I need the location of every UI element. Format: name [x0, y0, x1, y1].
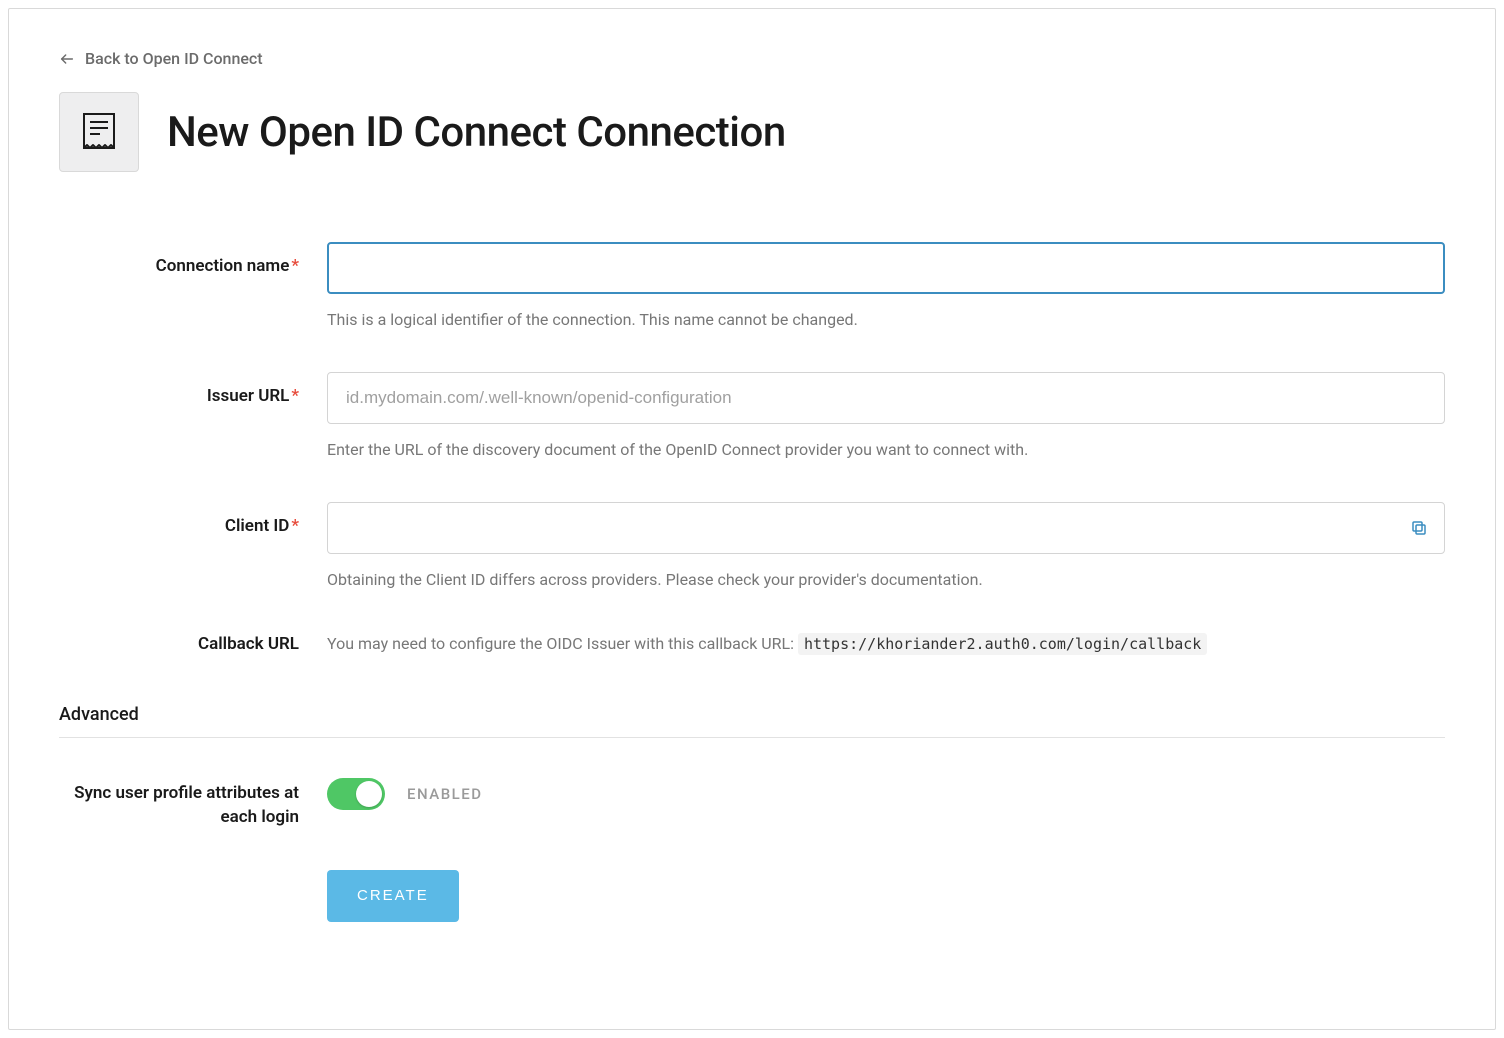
connection-icon-tile	[59, 92, 139, 172]
callback-url-help: You may need to configure the OIDC Issue…	[327, 632, 1445, 656]
field-issuer-url: Issuer URL* Enter the URL of the discove…	[59, 372, 1445, 462]
back-link-label: Back to Open ID Connect	[85, 49, 263, 68]
connection-name-help: This is a logical identifier of the conn…	[327, 308, 1445, 332]
issuer-url-input[interactable]	[327, 372, 1445, 424]
field-sync-attributes: Sync user profile attributes at each log…	[59, 778, 1445, 830]
sync-attributes-label: Sync user profile attributes at each log…	[74, 783, 299, 827]
sync-attributes-state: ENABLED	[407, 785, 483, 803]
issuer-url-help: Enter the URL of the discovery document …	[327, 438, 1445, 462]
field-client-id: Client ID* Obtaining the Client ID diffe…	[59, 502, 1445, 592]
connection-name-input[interactable]	[327, 242, 1445, 294]
action-row: CREATE	[59, 870, 1445, 922]
connection-name-label: Connection name*	[156, 256, 299, 276]
client-id-help: Obtaining the Client ID differs across p…	[327, 568, 1445, 592]
sync-attributes-toggle[interactable]	[327, 778, 385, 810]
field-connection-name: Connection name* This is a logical ident…	[59, 242, 1445, 332]
page-header: New Open ID Connect Connection	[59, 92, 1445, 172]
client-id-label: Client ID*	[225, 516, 299, 536]
toggle-knob	[356, 781, 382, 807]
copy-icon	[1410, 519, 1428, 537]
advanced-section-heading: Advanced	[59, 704, 1445, 738]
arrow-left-icon	[59, 51, 75, 67]
copy-button[interactable]	[1407, 516, 1431, 540]
field-callback-url: Callback URL You may need to configure t…	[59, 632, 1445, 656]
callback-url-value: https://khoriander2.auth0.com/login/call…	[798, 633, 1207, 655]
receipt-icon	[82, 112, 116, 152]
create-button[interactable]: CREATE	[327, 870, 459, 922]
page-title: New Open ID Connect Connection	[167, 108, 786, 157]
issuer-url-label: Issuer URL*	[207, 386, 299, 406]
back-link[interactable]: Back to Open ID Connect	[59, 49, 263, 68]
client-id-input[interactable]	[327, 502, 1445, 554]
callback-url-label: Callback URL	[198, 634, 299, 654]
